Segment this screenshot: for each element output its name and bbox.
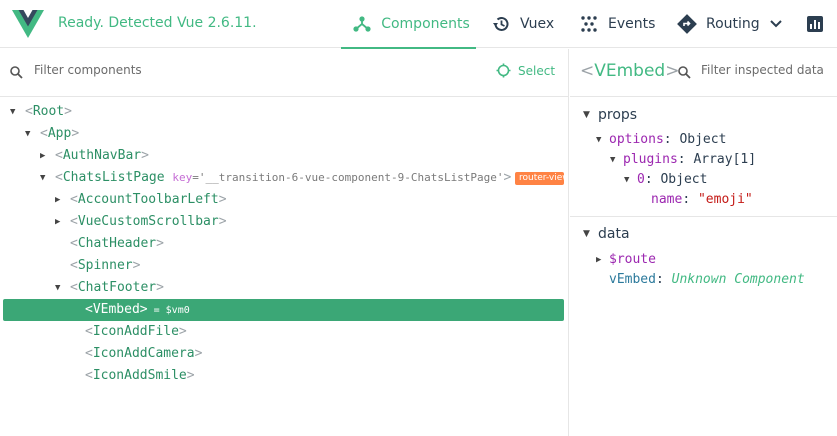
search-icon [678, 66, 691, 83]
data-section-header[interactable]: ▼ data [570, 223, 837, 245]
tree-node-authnavbar[interactable]: ▶ <AuthNavBar> [0, 145, 569, 167]
tree-node-app[interactable]: ▼ <App> [0, 123, 569, 145]
prop-options[interactable]: ▼ options: Object [596, 130, 726, 150]
caret-down-icon[interactable]: ▼ [610, 150, 615, 170]
vue-logo [12, 10, 44, 38]
caret-down-icon[interactable]: ▼ [583, 104, 590, 126]
router-view-badge: router-view [515, 172, 564, 185]
component-key: key='__transition-6-vue-component-9-Chat… [172, 171, 504, 184]
tree-node-vembed-selected[interactable]: <VEmbed> = $vm0 [3, 299, 564, 321]
component-tree: ▼ <Root> ▼ <App> ▶ <AuthNavBar> ▼ <Chats… [0, 101, 569, 387]
tree-node-iconaddfile[interactable]: <IconAddFile> [0, 321, 569, 343]
filter-inspected-data-input[interactable] [701, 63, 831, 77]
tab-routing[interactable]: Routing [676, 0, 782, 48]
select-label: Select [518, 63, 556, 78]
tab-events[interactable]: Events [578, 0, 655, 48]
history-icon [490, 13, 512, 35]
component-filter-bar: Select [0, 49, 569, 97]
tab-components-label: Components [381, 16, 470, 32]
caret-down-icon[interactable]: ▼ [25, 123, 35, 145]
select-component-button[interactable]: Select [496, 63, 555, 78]
filter-components-input[interactable] [34, 63, 334, 77]
caret-down-icon[interactable]: ▼ [583, 223, 590, 245]
prop-plugins[interactable]: ▼ plugins: Array[1] [610, 150, 756, 170]
target-icon [496, 63, 511, 78]
tree-node-spinner[interactable]: <Spinner> [0, 255, 569, 277]
vm-reference: = $vm0 [153, 305, 190, 316]
prop-name: name: "emoji" [651, 192, 753, 207]
tree-node-chatheader[interactable]: <ChatHeader> [0, 233, 569, 255]
caret-right-icon[interactable]: ▶ [40, 145, 50, 167]
search-icon [10, 66, 23, 83]
component-tree-pane: Select ▼ <Root> ▼ <App> ▶ <AuthNavBar> ▼… [0, 49, 569, 436]
tab-events-label: Events [608, 16, 656, 32]
data-route[interactable]: ▶ $route [596, 250, 656, 270]
tree-node-root[interactable]: ▼ <Root> [0, 101, 569, 123]
data-label: data [598, 226, 630, 242]
tab-components[interactable]: Components [341, 0, 476, 49]
caret-down-icon[interactable]: ▼ [55, 277, 65, 299]
props-section-header[interactable]: ▼ props [570, 104, 837, 126]
inspected-component-title: <VEmbed> [580, 61, 680, 81]
caret-down-icon[interactable]: ▼ [624, 170, 629, 190]
caret-down-icon[interactable]: ▼ [596, 130, 601, 150]
tree-node-chatfooter[interactable]: ▼ <ChatFooter> [0, 277, 569, 299]
tab-vuex-label: Vuex [520, 16, 555, 32]
tree-node-vuecustomscrollbar[interactable]: ▶ <VueCustomScrollbar> [0, 211, 569, 233]
tab-vuex[interactable]: Vuex [490, 0, 554, 48]
chevron-down-icon [769, 20, 782, 28]
caret-right-icon[interactable]: ▶ [596, 250, 601, 270]
top-bar: Ready. Detected Vue 2.6.11. Components V… [0, 0, 837, 49]
section-divider [570, 216, 837, 217]
caret-down-icon[interactable]: ▼ [10, 101, 20, 123]
caret-right-icon[interactable]: ▶ [55, 211, 65, 233]
components-icon [351, 13, 373, 35]
prop-plugins-item-0[interactable]: ▼ 0: Object [624, 170, 707, 190]
connection-status: Ready. Detected Vue 2.6.11. [58, 15, 257, 31]
data-vembed: vEmbed: Unknown Component [609, 272, 805, 287]
tree-node-chatslistpage[interactable]: ▼ <ChatsListPage key='__transition-6-vue… [0, 167, 569, 189]
inspector-pane: <VEmbed> ▼ props ▼ options: Object ▼ plu… [570, 49, 837, 436]
events-icon [578, 13, 600, 35]
tab-routing-label: Routing [706, 16, 760, 32]
routing-icon [676, 13, 698, 35]
inspector-header: <VEmbed> [570, 49, 837, 97]
tree-node-iconaddsmile[interactable]: <IconAddSmile> [0, 365, 569, 387]
tree-node-iconaddcamera[interactable]: <IconAddCamera> [0, 343, 569, 365]
performance-icon [804, 13, 826, 35]
props-label: props [598, 107, 638, 123]
caret-down-icon[interactable]: ▼ [40, 167, 50, 189]
caret-right-icon[interactable]: ▶ [55, 189, 65, 211]
tree-node-accounttoolbarleft[interactable]: ▶ <AccountToolbarLeft> [0, 189, 569, 211]
tab-performance[interactable] [804, 0, 834, 48]
